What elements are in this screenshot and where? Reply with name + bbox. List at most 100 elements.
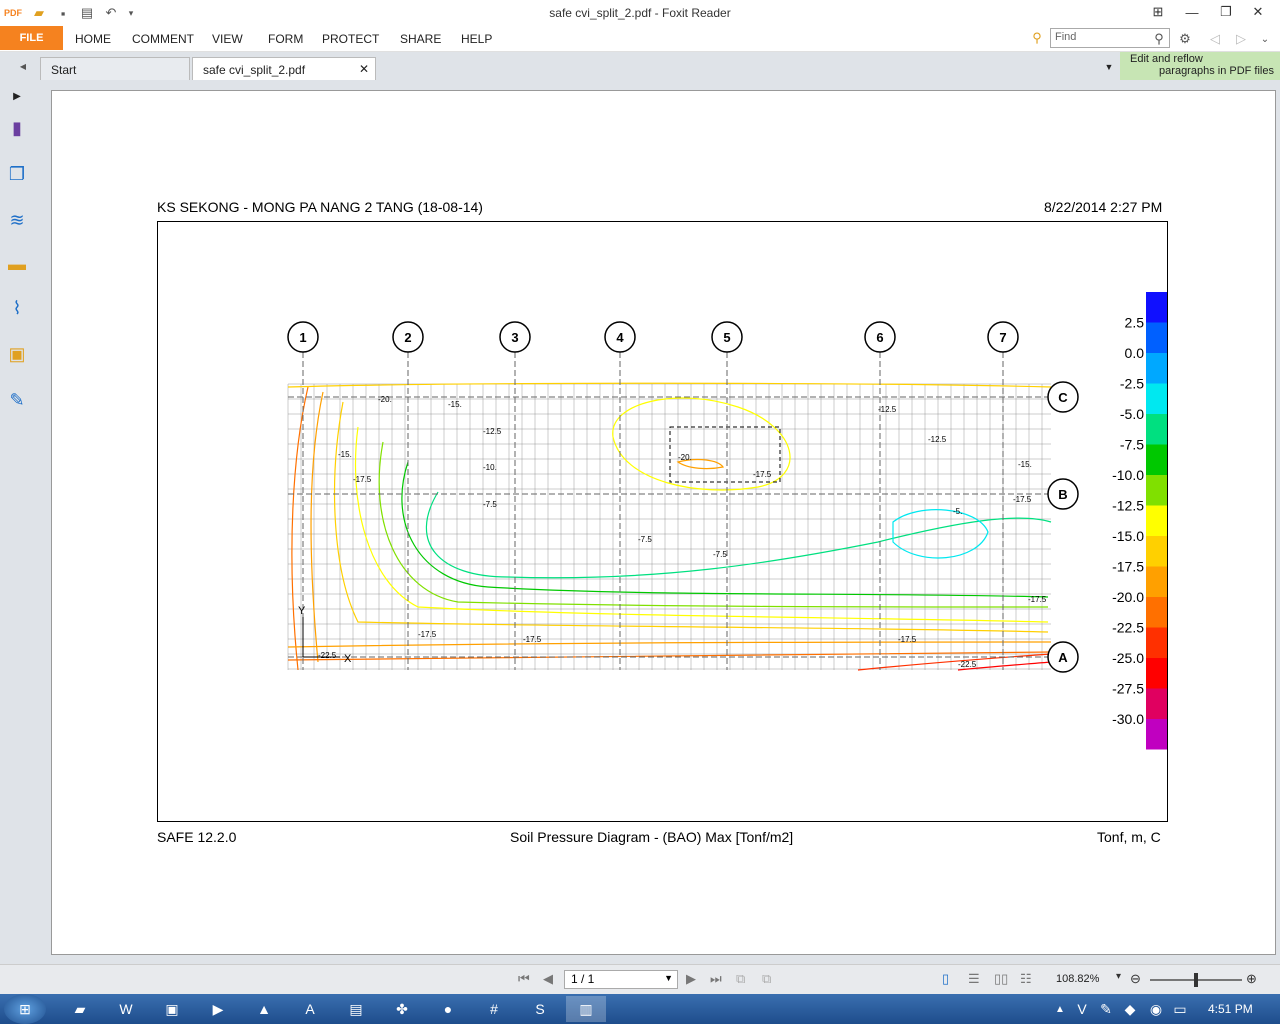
taskbar-clock[interactable]: 4:51 PM bbox=[1208, 1002, 1253, 1016]
find-tool-icon[interactable]: ⚲ bbox=[1028, 29, 1046, 47]
legend-swatch bbox=[1146, 536, 1168, 567]
grid-bubble-label-3: 3 bbox=[511, 330, 518, 345]
app-taskbar-icon[interactable]: ▣ bbox=[152, 996, 192, 1022]
zoom-dropdown-icon[interactable]: ▾ bbox=[1116, 971, 1121, 982]
contour-value-label: -17.5 bbox=[753, 470, 772, 479]
menu-home[interactable]: HOME bbox=[75, 32, 111, 46]
explorer-taskbar-icon[interactable]: ▰ bbox=[60, 996, 100, 1022]
firefox-taskbar-icon[interactable]: ● bbox=[428, 996, 468, 1022]
menu-comment[interactable]: COMMENT bbox=[132, 32, 194, 46]
settings-gear-icon[interactable]: ⚙ bbox=[1176, 30, 1194, 48]
menu-view[interactable]: VIEW bbox=[212, 32, 243, 46]
file-menu-button[interactable]: FILE bbox=[0, 26, 63, 50]
contour-line bbox=[425, 491, 1052, 579]
grid-app-taskbar-icon[interactable]: # bbox=[474, 996, 514, 1022]
signature-icon[interactable]: ✎ bbox=[5, 388, 29, 412]
tab-start[interactable]: Start bbox=[40, 57, 190, 80]
zoom-in-icon[interactable]: ⊕ bbox=[1246, 971, 1257, 987]
acad-taskbar-icon[interactable]: A bbox=[290, 996, 330, 1022]
previous-view-icon[interactable]: ⧉ bbox=[736, 971, 745, 987]
comments-icon[interactable]: ▬ bbox=[5, 252, 29, 276]
edit-reflow-tip[interactable]: Edit and reflow paragraphs in PDF files bbox=[1120, 52, 1280, 80]
legend-label: -17.5 bbox=[1112, 559, 1144, 575]
tray-update-icon[interactable]: ◉ bbox=[1146, 996, 1166, 1022]
menu-protect[interactable]: PROTECT bbox=[322, 32, 379, 46]
legend-swatch bbox=[1146, 658, 1168, 689]
close-window-button[interactable]: ✕ bbox=[1243, 2, 1273, 22]
word-taskbar-icon[interactable]: W bbox=[106, 996, 146, 1022]
legend-swatch bbox=[1146, 353, 1168, 384]
page-number-value: 1 / 1 bbox=[571, 972, 595, 986]
tray-app-icon[interactable]: ✎ bbox=[1096, 996, 1116, 1022]
legend-label: -20.0 bbox=[1112, 589, 1144, 605]
print-date: 8/22/2014 2:27 PM bbox=[1044, 199, 1163, 215]
search-icon[interactable]: ⚲ bbox=[1150, 30, 1168, 48]
layers-icon[interactable]: ≋ bbox=[5, 208, 29, 232]
tray-computer-icon[interactable]: ▭ bbox=[1170, 996, 1190, 1022]
menu-form[interactable]: FORM bbox=[268, 32, 303, 46]
page-number-input[interactable]: 1 / 1 ▼ bbox=[564, 970, 678, 989]
zoom-slider[interactable] bbox=[1150, 973, 1242, 987]
tray-network-icon[interactable]: ◆ bbox=[1120, 996, 1140, 1022]
zoom-out-icon[interactable]: ⊖ bbox=[1130, 971, 1141, 987]
start-button-icon[interactable]: ⊞ bbox=[4, 994, 46, 1024]
units-label: Tonf, m, C bbox=[1097, 829, 1161, 845]
legend-swatch bbox=[1146, 383, 1168, 414]
last-page-icon[interactable]: ⏭ bbox=[710, 971, 722, 987]
next-view-icon[interactable]: ⧉ bbox=[762, 971, 771, 987]
x-axis-label: X bbox=[344, 653, 352, 665]
grid-bubble-label-1: 1 bbox=[299, 330, 306, 345]
first-page-icon[interactable]: ⏮ bbox=[518, 971, 530, 987]
legend-label: -7.5 bbox=[1120, 437, 1144, 453]
next-page-icon[interactable]: ▶ bbox=[686, 971, 696, 987]
tab-list-dropdown-icon[interactable]: ▼ bbox=[1100, 58, 1118, 76]
menu-share[interactable]: SHARE bbox=[400, 32, 441, 46]
foxit-taskbar-icon[interactable]: ▥ bbox=[566, 996, 606, 1022]
notes-taskbar-icon[interactable]: ▤ bbox=[336, 996, 376, 1022]
media-taskbar-icon[interactable]: ▶ bbox=[198, 996, 238, 1022]
attachment-icon[interactable]: ⌇ bbox=[5, 296, 29, 320]
ribbon-display-icon[interactable]: ⊞ bbox=[1143, 2, 1173, 22]
tip-line-1: Edit and reflow bbox=[1130, 53, 1203, 65]
single-page-view-icon[interactable]: ▯ bbox=[942, 971, 949, 987]
contour-line bbox=[291, 386, 309, 671]
legend-swatch bbox=[1146, 475, 1168, 506]
page-dropdown-icon[interactable]: ▼ bbox=[664, 973, 673, 983]
legend-swatch bbox=[1146, 566, 1168, 597]
contour-value-label: -5. bbox=[953, 507, 962, 516]
close-tab-icon[interactable]: ✕ bbox=[359, 62, 369, 76]
legend-swatch bbox=[1146, 719, 1168, 750]
document-viewport[interactable]: KS SEKONG - MONG PA NANG 2 TANG (18-08-1… bbox=[36, 80, 1280, 964]
clover-taskbar-icon[interactable]: ✤ bbox=[382, 996, 422, 1022]
security-lock-icon[interactable]: ▣ bbox=[5, 342, 29, 366]
legend-swatch bbox=[1146, 322, 1168, 353]
skype-taskbar-icon[interactable]: S bbox=[520, 996, 560, 1022]
previous-result-icon[interactable]: ◁ bbox=[1206, 30, 1224, 48]
minimize-button[interactable]: — bbox=[1177, 2, 1207, 22]
collapse-ribbon-icon[interactable]: ⌄ bbox=[1256, 30, 1274, 48]
legend-label: -5.0 bbox=[1120, 406, 1144, 422]
tab-scroll-left-icon[interactable]: ◀ bbox=[14, 57, 32, 75]
next-result-icon[interactable]: ▷ bbox=[1232, 30, 1250, 48]
contour-value-label: -17.5 bbox=[418, 630, 437, 639]
grid-bubble-label-A: A bbox=[1058, 650, 1068, 665]
menu-help[interactable]: HELP bbox=[461, 32, 492, 46]
tray-antivirus-icon[interactable]: V bbox=[1072, 996, 1092, 1022]
facing-view-icon[interactable]: ▯▯ bbox=[994, 971, 1008, 987]
continuous-view-icon[interactable]: ☰ bbox=[968, 971, 980, 987]
safe-taskbar-icon[interactable]: ▲ bbox=[244, 996, 284, 1022]
contour-line bbox=[287, 641, 1052, 648]
zoom-slider-thumb[interactable] bbox=[1194, 973, 1198, 987]
tab-document[interactable]: safe cvi_split_2.pdf ✕ bbox=[192, 57, 376, 80]
expand-panel-icon[interactable]: ▶ bbox=[5, 84, 29, 108]
legend-label: -2.5 bbox=[1120, 376, 1144, 392]
restore-button[interactable]: ❐ bbox=[1211, 2, 1241, 22]
grid-bubble-label-2: 2 bbox=[404, 330, 411, 345]
bookmark-icon[interactable]: ▮ bbox=[5, 116, 29, 140]
continuous-facing-icon[interactable]: ☷ bbox=[1020, 971, 1032, 987]
previous-page-icon[interactable]: ◀ bbox=[543, 971, 553, 987]
zoom-level[interactable]: 108.82% bbox=[1056, 973, 1099, 985]
tray-expand-icon[interactable]: ▲ bbox=[1050, 996, 1070, 1022]
pages-icon[interactable]: ❐ bbox=[5, 162, 29, 186]
contour-value-label: -22.5 bbox=[958, 660, 977, 669]
